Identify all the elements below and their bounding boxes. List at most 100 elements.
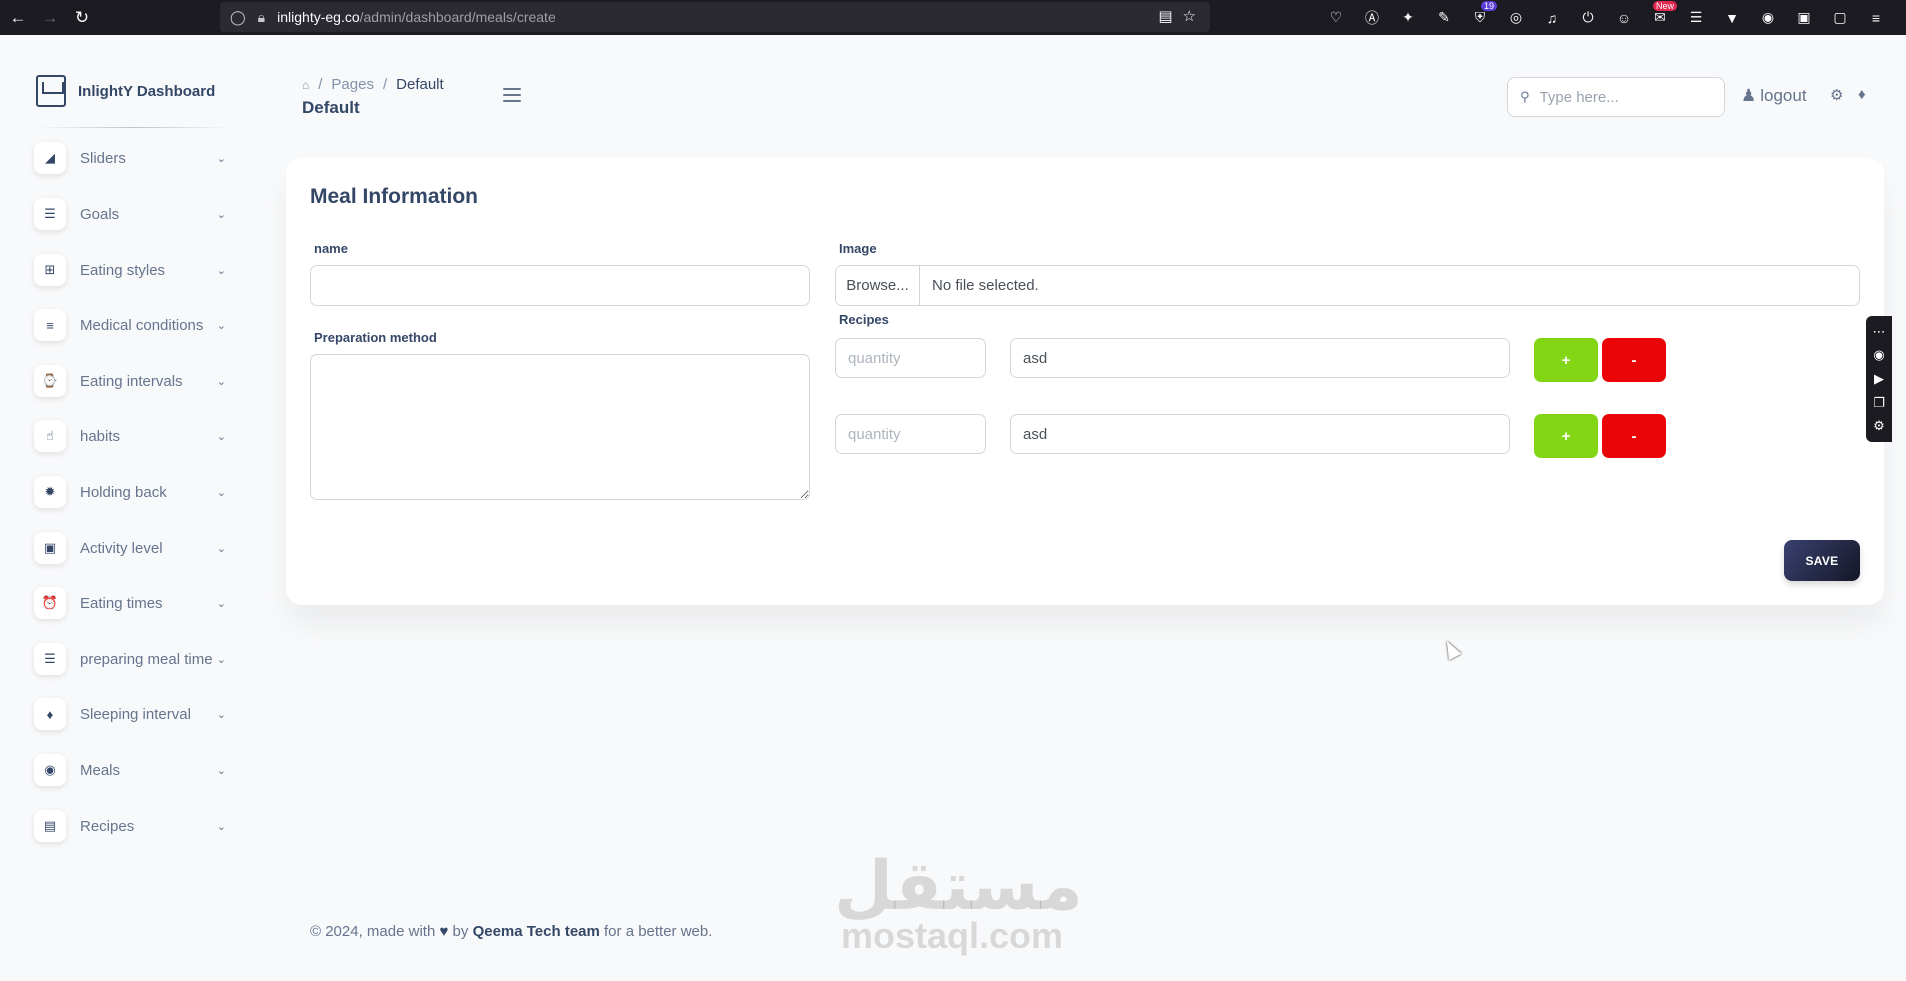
alarm-clock-icon: ⏰ (34, 587, 66, 619)
home-icon[interactable]: ⌂ (302, 78, 309, 92)
search-box: ⚲ (1507, 77, 1725, 117)
music-icon[interactable]: ♫ (1541, 7, 1563, 29)
chevron-down-icon: ⌄ (216, 430, 226, 443)
page-title: Default (302, 98, 360, 117)
brand-name: InlightY Dashboard (78, 82, 216, 100)
gear-icon[interactable]: ⚙ (1830, 86, 1843, 104)
sidebar-item-label: Medical conditions (80, 316, 204, 334)
recipe-quantity-input[interactable]: quantity (835, 414, 986, 454)
browse-button[interactable]: Browse... (836, 266, 920, 305)
recipe-name-input[interactable]: asd (1010, 414, 1510, 454)
pocket-icon[interactable]: ♡ (1325, 7, 1347, 29)
logout-link[interactable]: ♟ logout (1741, 86, 1807, 106)
power-icon[interactable]: ⏻ (1577, 7, 1599, 29)
utensils-icon: ◉ (34, 754, 66, 786)
sidebar-item-medical-conditions[interactable]: ≡ Medical conditions ⌄ (34, 306, 226, 344)
chevron-down-icon: ⌄ (216, 375, 226, 388)
reader-mode-icon[interactable]: ▤ (1158, 7, 1172, 25)
url-text[interactable]: inlighty-eg.co/admin/dashboard/meals/cre… (277, 9, 556, 25)
suitcase-icon: ▣ (34, 532, 66, 564)
url-path: /admin/dashboard/meals/create (359, 9, 556, 25)
save-button[interactable]: SAVE (1784, 540, 1860, 581)
file-status: No file selected. (932, 277, 1039, 294)
puzzle-extensions-icon[interactable]: ▢ (1829, 7, 1851, 29)
reload-icon[interactable]: ↻ (68, 4, 96, 32)
window-extension-icon[interactable]: ▣ (1793, 7, 1815, 29)
remove-recipe-button[interactable]: - (1602, 414, 1666, 458)
life-ring-icon: ✹ (34, 476, 66, 508)
url-bar[interactable]: ◯ 🔒︎ inlighty-eg.co/admin/dashboard/meal… (220, 2, 1210, 32)
sidebar-item-habits[interactable]: ☝ habits ⌄ (34, 417, 226, 455)
chevron-down-icon: ⌄ (216, 597, 226, 610)
shield-icon[interactable]: ◯ (230, 9, 246, 26)
recipe-name-input[interactable]: asd (1010, 338, 1510, 378)
add-recipe-button[interactable]: + (1534, 414, 1598, 458)
bell-icon: ♦ (34, 698, 66, 730)
menu-icon[interactable]: ≡ (1865, 7, 1887, 29)
breadcrumb-pages[interactable]: Pages (331, 76, 374, 93)
bird-extension-icon[interactable]: ✦ (1397, 7, 1419, 29)
preparation-method-textarea[interactable] (310, 354, 810, 500)
purple-extension-icon[interactable]: ◉ (1757, 7, 1779, 29)
recipe-quantity-input[interactable]: quantity (835, 338, 986, 378)
forward-arrow-icon[interactable]: → (36, 4, 64, 32)
sidebar-item-eating-times[interactable]: ⏰ Eating times ⌄ (34, 584, 226, 622)
globe-icon[interactable]: ◎ (1505, 7, 1527, 29)
name-input[interactable] (310, 265, 810, 306)
extension-a-icon[interactable]: Ⓐ (1361, 7, 1383, 29)
breadcrumb-separator: / (318, 76, 323, 93)
search-input[interactable] (1539, 88, 1700, 106)
sidebar-item-label: Meals (80, 761, 121, 779)
name-label: name (314, 241, 348, 256)
chevron-down-icon: ⌄ (216, 152, 226, 165)
chevron-down-icon: ⌄ (216, 208, 226, 221)
brand[interactable]: InlightY Dashboard (36, 75, 215, 107)
extensions-bar: ♡ Ⓐ ✦ ✎ ⛨ 19 ◎ ♫ ⏻ ☺ ✉ New ☰ ▼ ◉ ▣ ▢ ≡ (1325, 0, 1887, 35)
add-recipe-button[interactable]: + (1534, 338, 1598, 382)
image-label: Image (839, 241, 877, 256)
back-arrow-icon[interactable]: ← (4, 4, 32, 32)
v-extension-icon[interactable]: ▼ (1721, 7, 1743, 29)
toolbar-menu-icon[interactable]: ⋯ (1873, 324, 1886, 340)
shield-extension-icon[interactable]: ⛨ 19 (1469, 0, 1497, 29)
pen-extension-icon[interactable]: ✎ (1433, 7, 1455, 29)
breadcrumb: ⌂ / Pages / Default (302, 76, 444, 93)
camera-icon[interactable]: ◉ (1873, 347, 1884, 363)
face-extension-icon[interactable]: ☺ (1613, 7, 1635, 29)
browser-toolbar: ← → ↻ ◯ 🔒︎ inlighty-eg.co/admin/dashboar… (0, 0, 1906, 35)
team-link[interactable]: Qeema Tech team (473, 923, 600, 940)
remove-recipe-button[interactable]: - (1602, 338, 1666, 382)
windows-icon[interactable]: ❐ (1873, 395, 1885, 411)
stack-extension-icon[interactable]: ☰ (1685, 7, 1707, 29)
align-icon: ≡ (34, 309, 66, 341)
gear-icon[interactable]: ⚙ (1873, 418, 1885, 434)
sidebar: InlightY Dashboard ◢ Sliders ⌄ ☰ Goals ⌄… (0, 35, 245, 981)
preparation-method-label: Preparation method (314, 330, 437, 345)
cube-icon: ◢ (34, 142, 66, 174)
sidebar-item-recipes[interactable]: ▤ Recipes ⌄ (34, 807, 226, 845)
recipes-label: Recipes (839, 312, 889, 327)
image-file-input[interactable]: Browse... No file selected. (835, 265, 1860, 306)
sidebar-item-holding-back[interactable]: ✹ Holding back ⌄ (34, 473, 226, 511)
chevron-down-icon: ⌄ (216, 764, 226, 777)
sidebar-item-preparing-meal-time[interactable]: ☰ preparing meal time ⌄ (34, 640, 226, 678)
floating-toolbar: ⋯ ◉ ▶ ❐ ⚙ (1866, 316, 1892, 442)
sidebar-item-label: habits (80, 427, 121, 445)
bookmark-star-icon[interactable]: ☆ (1183, 7, 1196, 25)
sidebar-item-label: Eating intervals (80, 372, 183, 390)
lock-icon[interactable]: 🔒︎ (258, 9, 265, 26)
heart-icon: ♥ (439, 923, 449, 940)
sidebar-item-eating-intervals[interactable]: ⌚ Eating intervals ⌄ (34, 362, 226, 400)
sidebar-item-sliders[interactable]: ◢ Sliders ⌄ (34, 139, 226, 177)
bell-icon[interactable]: ♦ (1858, 86, 1866, 103)
sidebar-item-eating-styles[interactable]: ⊞ Eating styles ⌄ (34, 251, 226, 289)
chevron-down-icon: ⌄ (216, 820, 226, 833)
sidebar-item-activity-level[interactable]: ▣ Activity level ⌄ (34, 529, 226, 567)
video-camera-icon[interactable]: ▶ (1874, 371, 1884, 387)
sidenav-toggle-icon[interactable] (503, 88, 521, 102)
sidebar-item-sleeping-interval[interactable]: ♦ Sleeping interval ⌄ (34, 695, 226, 733)
sidebar-item-meals[interactable]: ◉ Meals ⌄ (34, 751, 226, 789)
sidebar-item-goals[interactable]: ☰ Goals ⌄ (34, 195, 226, 233)
receipt-icon: ▤ (34, 810, 66, 842)
new-extension-icon[interactable]: ✉ New (1649, 0, 1677, 29)
